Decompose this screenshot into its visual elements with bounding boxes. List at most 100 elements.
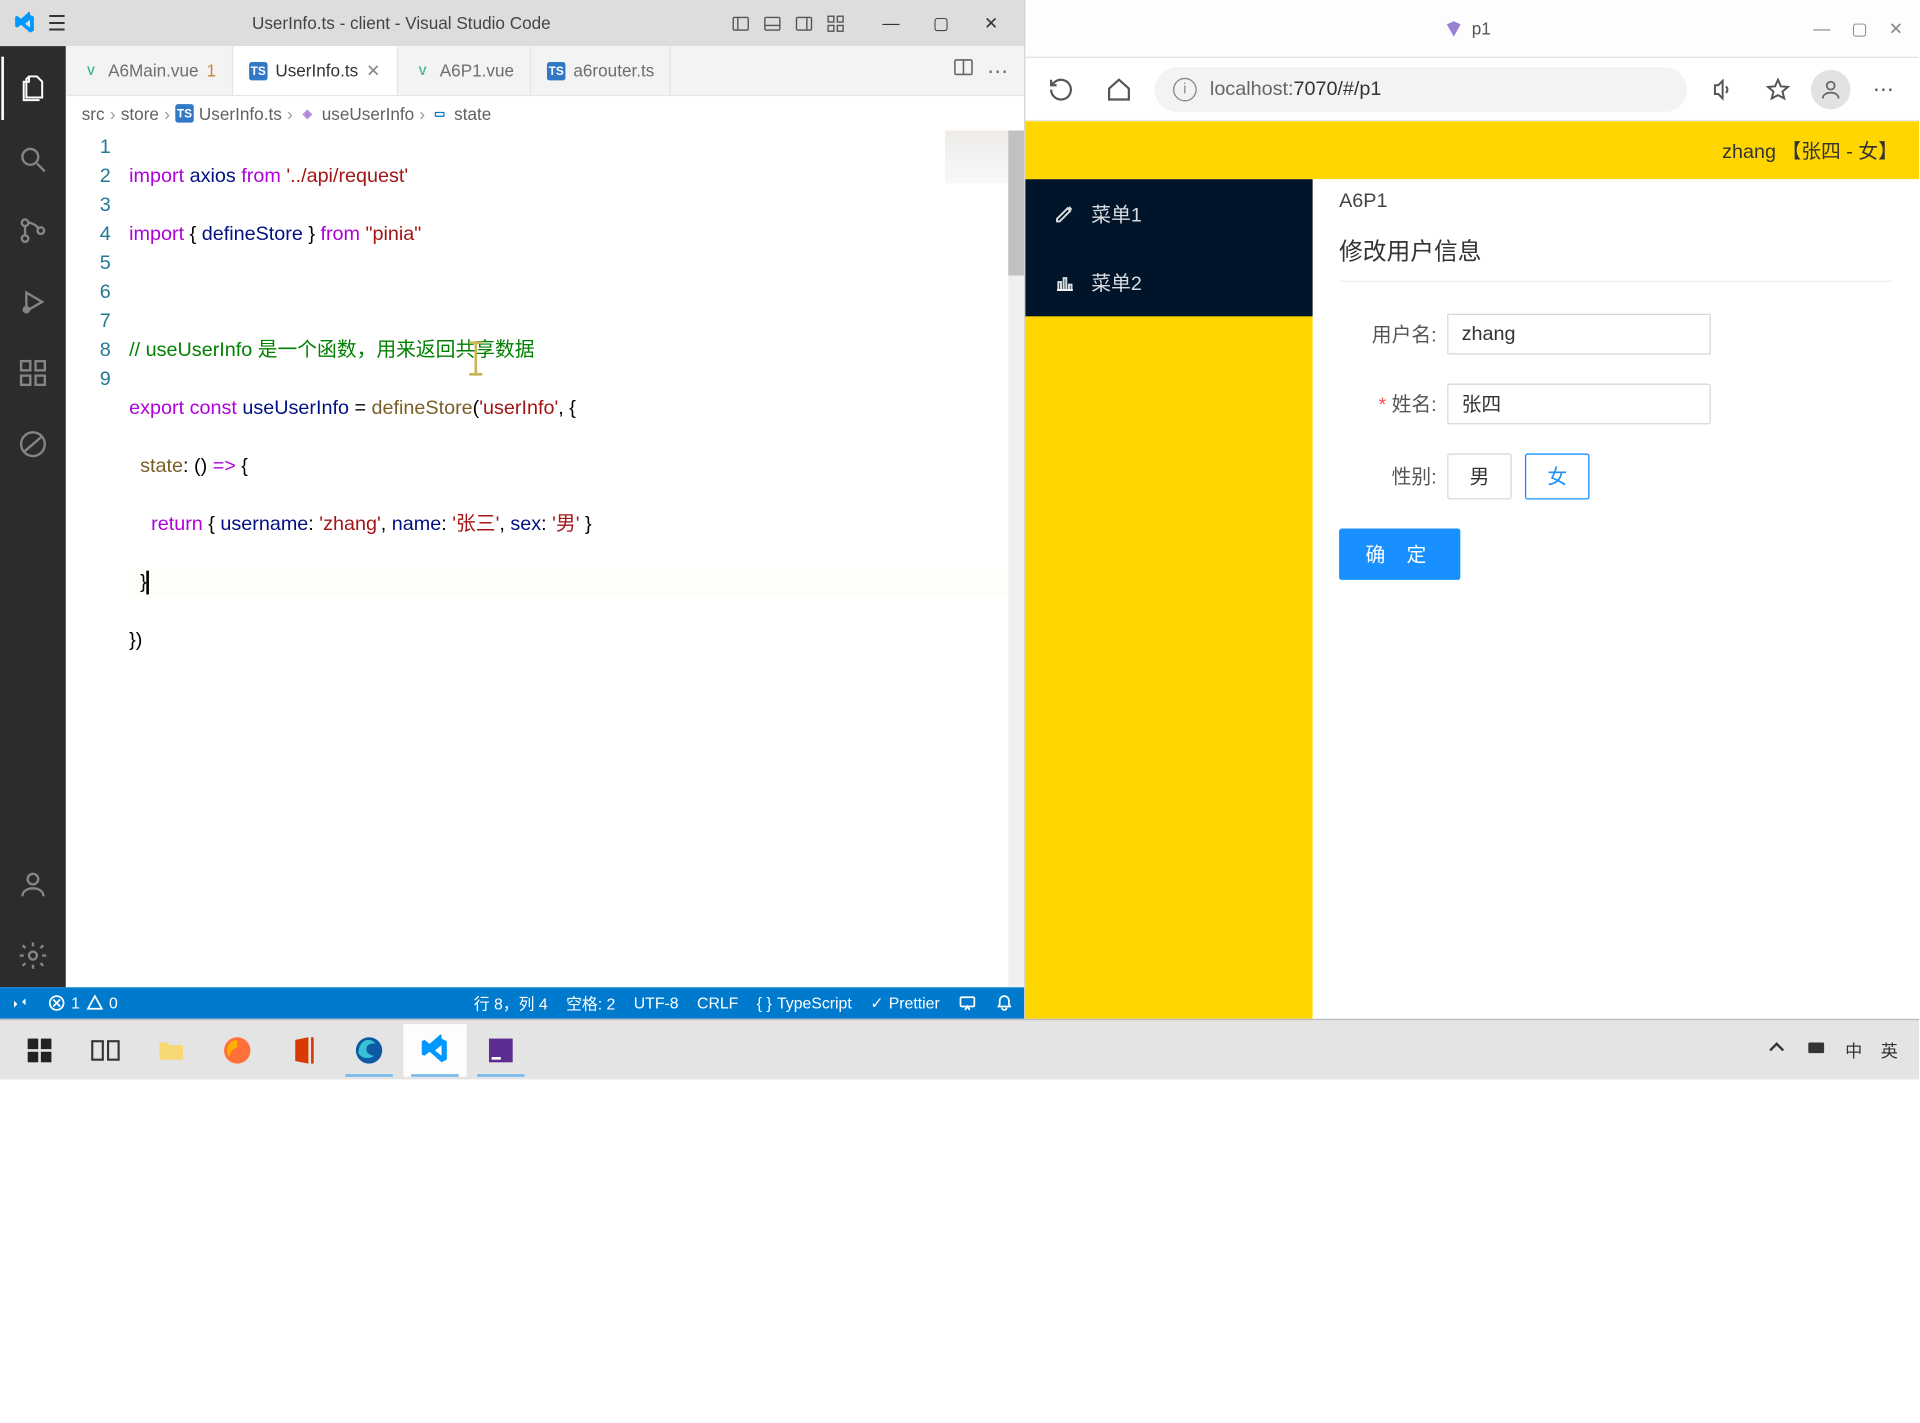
tray-chevron-up-icon[interactable] bbox=[1766, 1037, 1787, 1062]
sidebar-item-menu2[interactable]: 菜单2 bbox=[1025, 248, 1312, 317]
more-menu-icon[interactable]: ⋯ bbox=[1861, 67, 1906, 112]
tray-network-icon[interactable] bbox=[1806, 1037, 1827, 1062]
edge-icon[interactable] bbox=[337, 1023, 400, 1076]
tab-userinfo[interactable]: TS UserInfo.ts ✕ bbox=[233, 46, 397, 95]
system-tray[interactable]: 中 英 bbox=[1766, 1037, 1911, 1062]
edit-icon bbox=[1054, 203, 1075, 224]
indentation[interactable]: 空格: 2 bbox=[566, 992, 615, 1014]
vertical-scrollbar[interactable] bbox=[1008, 130, 1024, 987]
eol[interactable]: CRLF bbox=[697, 994, 738, 1012]
code-editor[interactable]: 123456789 import axios from '../api/requ… bbox=[66, 130, 1024, 987]
customize-layout-icon[interactable] bbox=[824, 11, 848, 35]
explorer-icon[interactable] bbox=[1, 57, 64, 120]
username-display: zhang bbox=[1447, 314, 1711, 355]
profile-avatar-icon[interactable] bbox=[1811, 69, 1851, 109]
vscode-taskbar-icon[interactable] bbox=[403, 1023, 466, 1076]
toggle-panel-left-icon[interactable] bbox=[729, 11, 753, 35]
code-lines[interactable]: import axios from '../api/request' impor… bbox=[129, 130, 1024, 987]
accounts-icon[interactable] bbox=[1, 853, 64, 916]
windows-taskbar: 中 英 bbox=[0, 1019, 1919, 1080]
ts-file-icon: TS bbox=[547, 61, 565, 79]
vscode-titlebar: ☰ UserInfo.ts - client - Visual Studio C… bbox=[0, 0, 1024, 46]
feedback-icon[interactable] bbox=[958, 994, 976, 1012]
modified-badge: 1 bbox=[206, 61, 216, 81]
firefox-icon[interactable] bbox=[206, 1023, 269, 1076]
maximize-button[interactable]: ▢ bbox=[921, 13, 961, 34]
vite-logo-icon bbox=[1443, 18, 1464, 39]
close-button[interactable]: ✕ bbox=[1889, 18, 1903, 39]
line-gutter: 123456789 bbox=[66, 130, 129, 987]
remote-explorer-icon[interactable] bbox=[1, 413, 64, 476]
language-mode[interactable]: { } TypeScript bbox=[757, 994, 852, 1012]
toggle-panel-right-icon[interactable] bbox=[792, 11, 816, 35]
more-actions-icon[interactable]: ⋯ bbox=[987, 57, 1008, 83]
refresh-icon[interactable] bbox=[1039, 67, 1084, 112]
home-icon[interactable] bbox=[1097, 67, 1142, 112]
intellij-icon[interactable] bbox=[469, 1023, 532, 1076]
ts-file-icon: TS bbox=[175, 104, 193, 122]
status-bar: 1 0 行 8，列 4 空格: 2 UTF-8 CRLF { } TypeScr… bbox=[0, 987, 1024, 1019]
web-app: zhang 【张四 - 女】 菜单1 菜单2 A6P1 修改用户信息 bbox=[1025, 121, 1919, 1019]
function-symbol-icon: ◈ bbox=[298, 104, 316, 122]
editor-tabs: V A6Main.vue 1 TS UserInfo.ts ✕ V A6P1.v… bbox=[66, 46, 1024, 96]
vscode-logo-icon bbox=[13, 11, 37, 35]
sidebar-item-menu1[interactable]: 菜单1 bbox=[1025, 179, 1312, 248]
close-button[interactable]: ✕ bbox=[971, 13, 1011, 34]
window-title: UserInfo.ts - client - Visual Studio Cod… bbox=[84, 13, 718, 33]
address-bar[interactable]: i localhost:7070/#/p1 bbox=[1155, 67, 1687, 112]
problems-indicator[interactable]: 1 0 bbox=[47, 994, 117, 1012]
tab-a6main[interactable]: V A6Main.vue 1 bbox=[66, 46, 233, 95]
layout-controls bbox=[729, 11, 848, 35]
start-button[interactable] bbox=[8, 1023, 71, 1076]
site-info-icon[interactable]: i bbox=[1173, 77, 1197, 101]
row-sex: 性别: 男 女 bbox=[1339, 453, 1893, 499]
tab-title[interactable]: p1 bbox=[1443, 18, 1491, 39]
vue-file-icon: V bbox=[413, 61, 431, 79]
split-editor-icon[interactable] bbox=[953, 57, 974, 85]
search-icon[interactable] bbox=[1, 128, 64, 191]
name-input[interactable] bbox=[1447, 384, 1711, 425]
sex-option-male[interactable]: 男 bbox=[1447, 453, 1512, 499]
browser-titlebar: p1 — ▢ ✕ bbox=[1025, 0, 1919, 58]
hamburger-menu-icon[interactable]: ☰ bbox=[47, 10, 73, 36]
cursor-position[interactable]: 行 8，列 4 bbox=[474, 992, 548, 1014]
row-username: 用户名: zhang bbox=[1339, 314, 1893, 355]
browser-toolbar: i localhost:7070/#/p1 ⋯ bbox=[1025, 58, 1919, 121]
tab-a6router[interactable]: TS a6router.ts bbox=[531, 46, 671, 95]
ime-lang-2[interactable]: 英 bbox=[1881, 1037, 1898, 1062]
vue-file-icon: V bbox=[82, 61, 100, 79]
encoding[interactable]: UTF-8 bbox=[634, 994, 679, 1012]
label-username: 用户名: bbox=[1339, 320, 1437, 348]
task-view-icon[interactable] bbox=[74, 1023, 137, 1076]
remote-indicator[interactable] bbox=[11, 994, 29, 1012]
notifications-icon[interactable] bbox=[995, 994, 1013, 1012]
tab-a6p1[interactable]: V A6P1.vue bbox=[398, 46, 532, 95]
breadcrumb[interactable]: src› store› TS UserInfo.ts› ◈ useUserInf… bbox=[66, 96, 1024, 130]
settings-gear-icon[interactable] bbox=[1, 924, 64, 987]
app-content: A6P1 修改用户信息 用户名: zhang *姓名: 性别: 男 女 bbox=[1313, 179, 1919, 1019]
submit-button[interactable]: 确 定 bbox=[1339, 529, 1460, 580]
maximize-button[interactable]: ▢ bbox=[1852, 18, 1868, 39]
text-cursor-caret-icon bbox=[474, 341, 477, 375]
form-title: 修改用户信息 bbox=[1339, 233, 1893, 282]
vscode-window: ☰ UserInfo.ts - client - Visual Studio C… bbox=[0, 0, 1025, 1019]
minimize-button[interactable]: — bbox=[871, 13, 911, 34]
run-debug-icon[interactable] bbox=[1, 270, 64, 333]
toggle-panel-bottom-icon[interactable] bbox=[760, 11, 784, 35]
row-name: *姓名: bbox=[1339, 384, 1893, 425]
ts-file-icon: TS bbox=[249, 61, 267, 79]
activity-bar bbox=[0, 46, 66, 987]
minimize-button[interactable]: — bbox=[1813, 18, 1830, 39]
extensions-icon[interactable] bbox=[1, 341, 64, 404]
ime-lang-1[interactable]: 中 bbox=[1845, 1037, 1862, 1062]
formatter[interactable]: ✓ Prettier bbox=[870, 994, 940, 1012]
close-tab-icon[interactable]: ✕ bbox=[366, 60, 380, 81]
favorite-star-icon[interactable] bbox=[1756, 67, 1801, 112]
sex-option-female[interactable]: 女 bbox=[1525, 453, 1590, 499]
office-icon[interactable] bbox=[272, 1023, 335, 1076]
read-aloud-icon[interactable] bbox=[1700, 67, 1745, 112]
label-sex: 性别: bbox=[1339, 463, 1437, 491]
page-title: A6P1 bbox=[1339, 190, 1893, 212]
file-explorer-icon[interactable] bbox=[140, 1023, 203, 1076]
source-control-icon[interactable] bbox=[1, 199, 64, 262]
